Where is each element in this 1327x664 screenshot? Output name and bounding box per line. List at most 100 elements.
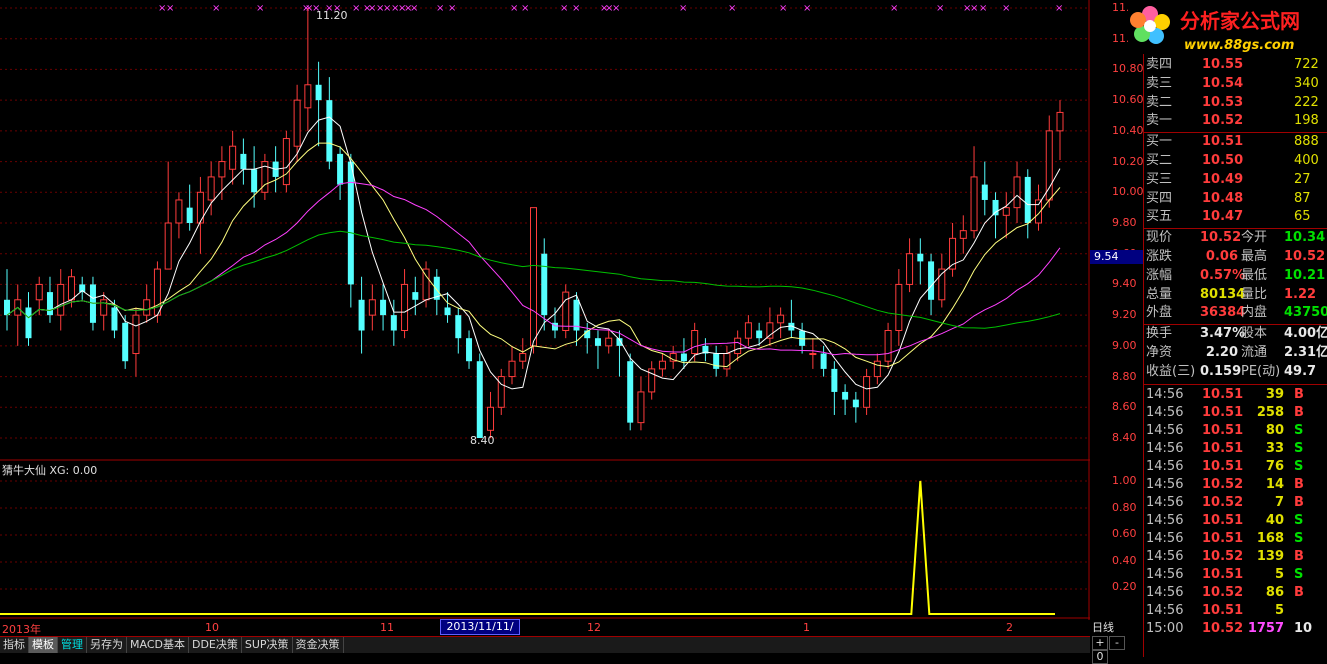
- trades-divider: [1144, 383, 1327, 385]
- sell-level-label: 卖四: [1146, 57, 1173, 72]
- marker-cross: ×: [679, 3, 687, 14]
- candle-body: [562, 291, 570, 332]
- tab-manage[interactable]: 管理: [58, 637, 87, 653]
- stat-label: 流通: [1241, 345, 1268, 360]
- buy-level-price: 10.50: [1202, 153, 1244, 168]
- tab-save-as[interactable]: 另存为: [87, 637, 127, 653]
- candle-body: [917, 253, 924, 262]
- candle-body: [680, 353, 687, 362]
- zoom-controls: + -0: [1092, 636, 1142, 664]
- candle-body: [820, 353, 827, 369]
- candlestick-chart[interactable]: × × × × ××× × × × ×× ×× ×××× × × × × × × ××× × × × × × × ×× × × ×: [0, 0, 1090, 620]
- indicator-tick: 0.80: [1112, 500, 1137, 514]
- candle-body: [508, 360, 516, 378]
- trade-price: 10.51: [1202, 566, 1244, 582]
- stat-value: 10.52: [1200, 230, 1242, 246]
- trade-side: B: [1294, 476, 1304, 492]
- zoom-reset-button[interactable]: 0: [1092, 650, 1108, 664]
- trade-volume: 14: [1265, 476, 1284, 492]
- candle-body: [809, 353, 817, 356]
- candle-body: [992, 199, 999, 216]
- candle-body: [766, 322, 774, 339]
- candle-body: [476, 361, 483, 438]
- candle-body: [519, 353, 527, 362]
- stat-label: 现价: [1146, 230, 1173, 246]
- trade-price: 10.51: [1202, 386, 1244, 402]
- zoom-out-button[interactable]: -: [1109, 636, 1125, 650]
- tab-macd[interactable]: MACD基本: [127, 637, 189, 653]
- candle-body: [487, 406, 495, 431]
- date-label: 1: [803, 621, 810, 634]
- trade-row: 14:56 10.51 76 S: [1144, 458, 1327, 476]
- candle-body: [25, 307, 32, 339]
- candle-body: [251, 169, 258, 193]
- stat-row: 净资 2.20 流通 2.31亿: [1144, 344, 1327, 362]
- marker-cross: ×: [728, 3, 736, 14]
- candle-body: [240, 153, 247, 170]
- stat-label: 外盘: [1146, 305, 1173, 321]
- period-label[interactable]: 日线: [1092, 619, 1142, 634]
- trade-price: 10.51: [1202, 422, 1244, 438]
- candle-body: [358, 299, 365, 331]
- stat-value: 2.31亿: [1284, 345, 1327, 360]
- tab-fund[interactable]: 资金决策: [293, 637, 344, 653]
- date-cursor-label: 2013/11/11/一: [440, 619, 520, 647]
- stat-value: 3.47%: [1200, 326, 1246, 342]
- indicator-tick: 0.60: [1112, 527, 1137, 541]
- marker-cross: ×: [803, 3, 811, 14]
- stat-row: 收益(三) 0.159 PE(动) 49.7: [1144, 363, 1327, 381]
- zoom-in-button[interactable]: +: [1092, 636, 1108, 650]
- buy-level-label: 买四: [1146, 190, 1173, 206]
- trade-row: 14:56 10.52 7 B: [1144, 494, 1327, 512]
- low-annotation: 8.40: [470, 434, 495, 447]
- stat-label: 涨幅: [1146, 267, 1173, 283]
- stat-label: 收益(三): [1146, 363, 1196, 379]
- tab-sup[interactable]: SUP决策: [242, 637, 293, 653]
- candle-body: [1002, 207, 1010, 216]
- candle-body: [713, 353, 720, 369]
- buy-level-volume: 87: [1294, 190, 1311, 206]
- trade-time: 14:56: [1146, 440, 1184, 456]
- tab-dde[interactable]: DDE决策: [189, 637, 242, 653]
- candle-body: [959, 230, 967, 239]
- candle-body: [67, 276, 75, 301]
- buy-level-row: 买五 10.47 65: [1144, 208, 1327, 226]
- sell-level-volume: 222: [1294, 94, 1319, 110]
- price-tick: 8.40: [1112, 431, 1137, 444]
- date-label: 2013年: [2, 623, 41, 636]
- marker-cross: ×: [448, 3, 456, 14]
- buy-level-volume: 888: [1294, 134, 1319, 150]
- trade-price: 10.51: [1202, 602, 1244, 618]
- tab-template[interactable]: 模板: [29, 637, 58, 653]
- sell-level-price: 10.52: [1202, 113, 1244, 129]
- buy-level-label: 买三: [1146, 171, 1173, 187]
- candle-body: [744, 322, 752, 339]
- trade-side: S: [1294, 566, 1304, 582]
- candle-body: [605, 337, 613, 347]
- trade-volume: 5: [1274, 566, 1284, 582]
- candle-body: [928, 261, 935, 300]
- trade-row: 14:56 10.51 40 S: [1144, 512, 1327, 530]
- marker-cross: ×: [521, 3, 529, 14]
- trade-side: S: [1294, 458, 1304, 474]
- price-tick: 9.40: [1112, 277, 1137, 291]
- trade-row: 14:56 10.51 39 B: [1144, 386, 1327, 404]
- trade-side: B: [1294, 584, 1304, 600]
- candle-body: [637, 391, 645, 424]
- trade-volume: 33: [1265, 440, 1284, 456]
- candle-body: [852, 399, 859, 408]
- trade-time: 14:56: [1146, 404, 1184, 420]
- stat-row: 现价 10.52 今开 10.34: [1144, 229, 1327, 247]
- bottom-tab-bar: 指标 模板 管理 另存为 MACD基本 DDE决策 SUP决策 资金决策: [0, 636, 1090, 653]
- trade-price: 10.51: [1202, 512, 1244, 528]
- trade-side: B: [1294, 404, 1304, 420]
- candle-body: [412, 292, 419, 300]
- candle-body: [873, 360, 881, 378]
- candle-body: [444, 307, 451, 316]
- marker-cross: ×: [410, 3, 418, 14]
- stat-label: 最低: [1241, 267, 1268, 283]
- tab-indicator[interactable]: 指标: [0, 637, 29, 653]
- trade-side: S: [1294, 530, 1304, 546]
- price-axis: 11.20 11.00 10.80 10.60 10.40 10.20 10.00 9.80 9…: [1090, 0, 1144, 620]
- trade-row: 14:56 10.52 139 B: [1144, 548, 1327, 566]
